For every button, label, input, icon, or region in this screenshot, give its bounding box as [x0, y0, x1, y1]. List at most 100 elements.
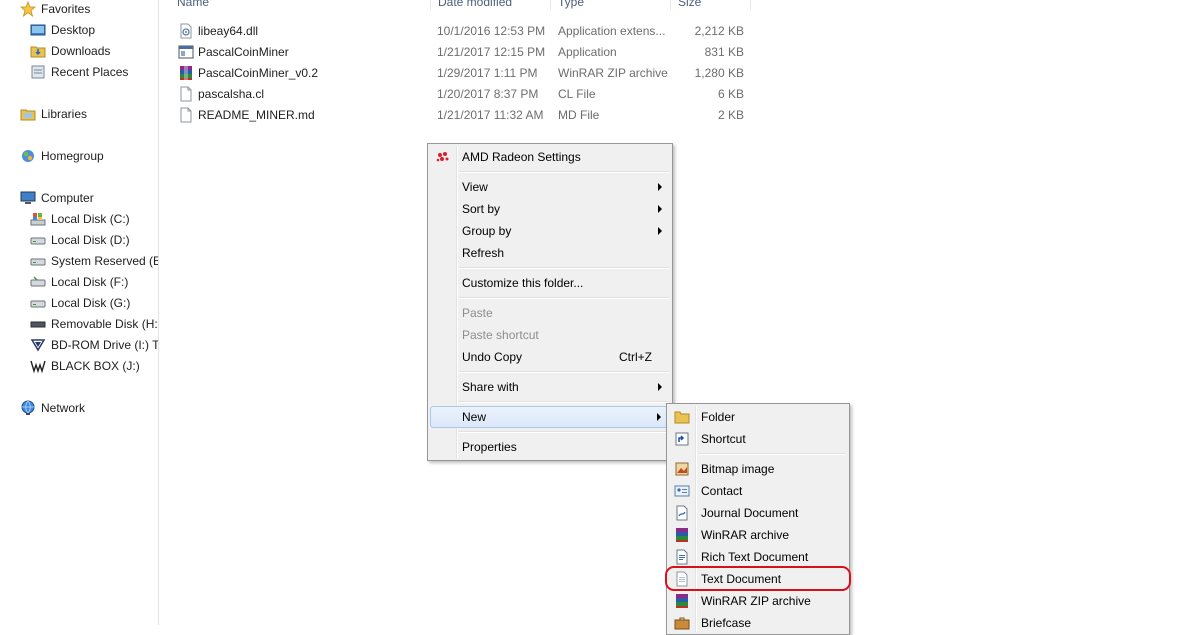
file-name: pascalsha.cl	[198, 87, 265, 101]
system-drive-icon	[30, 213, 46, 226]
file-row[interactable]: README_MINER.md 1/21/2017 11:32 AM MD Fi…	[172, 105, 752, 126]
file-date: 1/21/2017 11:32 AM	[437, 108, 544, 122]
submenu-arrow-icon	[658, 183, 662, 191]
nav-label: Local Disk (G:)	[51, 296, 131, 310]
menu-label: New	[462, 410, 487, 424]
menu-label: Briefcase	[701, 616, 752, 630]
winrar-zip-icon	[676, 594, 688, 608]
menu-item-new-journal[interactable]: Journal Document	[669, 502, 847, 524]
folder-icon	[674, 411, 690, 424]
menu-item-properties[interactable]: Properties	[430, 436, 670, 458]
hard-drive-icon	[30, 258, 46, 266]
libraries-icon	[20, 109, 36, 121]
menu-item-amd-radeon-settings[interactable]: AMD Radeon Settings	[430, 146, 670, 168]
shortcut-icon	[675, 432, 689, 446]
file-size: 2,212 KB	[694, 24, 744, 38]
column-header-name[interactable]: Name	[177, 0, 209, 10]
file-icon	[180, 107, 192, 123]
column-divider[interactable]	[670, 0, 671, 10]
submenu-arrow-icon	[658, 227, 662, 235]
column-header-type[interactable]: Type	[558, 0, 584, 10]
menu-label: Journal Document	[701, 506, 799, 520]
file-row[interactable]: libeay64.dll 10/1/2016 12:53 PM Applicat…	[172, 21, 752, 42]
column-divider[interactable]	[550, 0, 551, 10]
menu-label: Customize this folder...	[462, 276, 584, 290]
file-name: README_MINER.md	[198, 108, 315, 122]
column-header-size[interactable]: Size	[678, 0, 701, 10]
file-type: CL File	[558, 87, 596, 101]
file-size: 831 KB	[704, 45, 744, 59]
menu-item-new[interactable]: New	[430, 406, 670, 428]
menu-label: Properties	[462, 440, 517, 454]
column-divider[interactable]	[430, 0, 431, 10]
menu-item-new-winrar[interactable]: WinRAR archive	[669, 524, 847, 546]
nav-label: Desktop	[51, 23, 96, 37]
nav-label: Local Disk (F:)	[51, 275, 129, 289]
menu-item-sort-by[interactable]: Sort by	[430, 198, 670, 220]
hard-drive-icon	[30, 300, 46, 308]
menu-item-share-with[interactable]: Share with	[430, 376, 670, 398]
menu-item-undo-copy[interactable]: Undo Copy Ctrl+Z	[430, 346, 670, 368]
amd-radeon-icon	[436, 152, 449, 162]
file-name: PascalCoinMiner_v0.2	[198, 66, 319, 80]
nav-label: Network	[41, 401, 86, 415]
menu-item-paste-shortcut[interactable]: Paste shortcut	[430, 324, 670, 346]
column-header-date[interactable]: Date modified	[438, 0, 512, 10]
menu-label: Bitmap image	[701, 462, 775, 476]
menu-item-view[interactable]: View	[430, 176, 670, 198]
menu-label: Group by	[462, 224, 512, 238]
nav-label: Computer	[41, 191, 94, 205]
winrar-icon	[180, 66, 192, 80]
menu-item-refresh[interactable]: Refresh	[430, 242, 670, 264]
nav-label: Local Disk (D:)	[51, 233, 130, 247]
menu-item-new-contact[interactable]: Contact	[669, 480, 847, 502]
menu-item-group-by[interactable]: Group by	[430, 220, 670, 242]
menu-label: WinRAR ZIP archive	[701, 594, 811, 608]
nav-label: BLACK BOX (J:)	[51, 359, 140, 373]
file-size: 2 KB	[717, 108, 744, 122]
removable-disk-icon	[30, 321, 46, 328]
file-type: WinRAR ZIP archive	[558, 66, 668, 80]
rich-text-icon	[676, 549, 688, 565]
file-date: 1/29/2017 1:11 PM	[437, 66, 538, 80]
file-name: PascalCoinMiner	[198, 45, 289, 59]
hard-drive-icon	[30, 237, 46, 245]
file-type: Application extens...	[558, 24, 666, 38]
column-divider[interactable]	[750, 0, 751, 10]
nav-label: Homegroup	[41, 149, 104, 163]
navigation-pane: Favorites Desktop Downloads Recent Place…	[0, 0, 159, 625]
menu-item-new-briefcase[interactable]: Briefcase	[669, 612, 847, 634]
dll-icon	[180, 23, 192, 39]
file-row[interactable]: pascalsha.cl 1/20/2017 8:37 PM CL File 6…	[172, 84, 752, 105]
bd-rom-icon	[30, 339, 46, 352]
file-date: 10/1/2016 12:53 PM	[437, 24, 546, 38]
file-type: MD File	[558, 108, 600, 122]
application-icon	[178, 45, 194, 59]
menu-item-new-folder[interactable]: Folder	[669, 406, 847, 428]
file-row[interactable]: PascalCoinMiner 1/21/2017 12:15 PM Appli…	[172, 42, 752, 63]
menu-label: Text Document	[701, 572, 782, 586]
menu-item-new-winrar-zip[interactable]: WinRAR ZIP archive	[669, 590, 847, 612]
menu-label: WinRAR archive	[701, 528, 790, 542]
menu-item-new-shortcut[interactable]: Shortcut	[669, 428, 847, 450]
menu-item-paste[interactable]: Paste	[430, 302, 670, 324]
menu-separator	[459, 401, 669, 403]
menu-item-new-text-document[interactable]: Text Document	[669, 568, 847, 590]
menu-item-customize-folder[interactable]: Customize this folder...	[430, 272, 670, 294]
file-row[interactable]: PascalCoinMiner_v0.2 1/29/2017 1:11 PM W…	[172, 63, 752, 84]
homegroup-icon	[22, 150, 34, 162]
file-date: 1/20/2017 8:37 PM	[437, 87, 539, 101]
menu-separator	[459, 171, 669, 173]
menu-item-new-bitmap[interactable]: Bitmap image	[669, 458, 847, 480]
hard-drive-icon	[30, 276, 46, 287]
menu-label: AMD Radeon Settings	[462, 150, 581, 164]
winrar-icon	[676, 528, 688, 542]
submenu-arrow-icon	[658, 205, 662, 213]
nav-label: Libraries	[41, 107, 88, 121]
new-submenu: Folder Shortcut Bitmap image Contact Jou…	[666, 403, 850, 635]
menu-label: Undo Copy	[462, 350, 523, 364]
computer-icon	[20, 191, 36, 204]
nav-label: Removable Disk (H:)	[51, 317, 159, 331]
menu-item-new-rtf[interactable]: Rich Text Document	[669, 546, 847, 568]
menu-label: Shortcut	[701, 432, 746, 446]
